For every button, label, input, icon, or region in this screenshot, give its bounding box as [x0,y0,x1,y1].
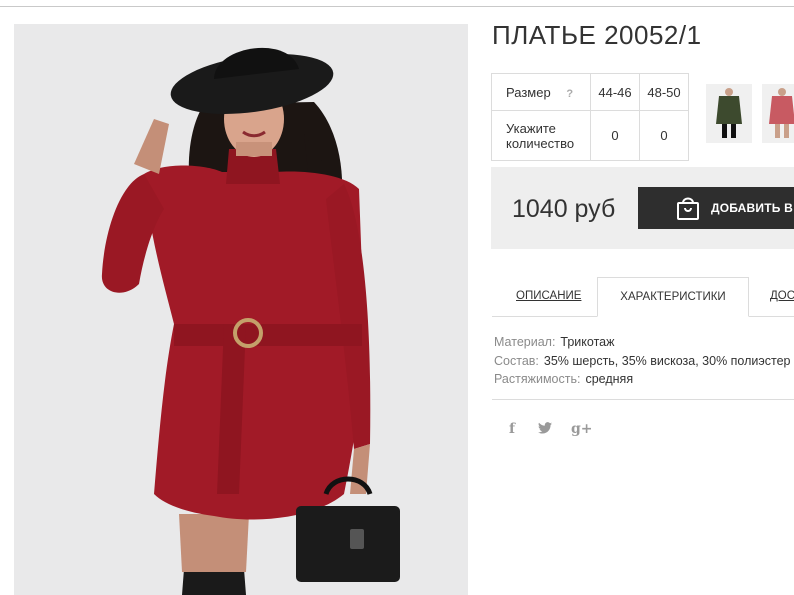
thumbnail-pink-dress[interactable] [762,84,794,143]
spec-composition-key: Состав: [494,353,539,368]
top-divider [0,6,794,7]
thumbnail-green-dress[interactable] [706,84,752,143]
twitter-bird-icon [538,422,552,434]
spec-stretch-key: Растяжимость: [494,372,581,386]
tab-delivery[interactable]: ДОСТАВКА [770,277,794,316]
product-title: ПЛАТЬЕ 20052/1 [492,20,702,50]
quantity-label-line1: Укажите [506,120,556,136]
spec-material-value: Трикотаж [560,335,615,349]
pink-dress-image [762,84,794,143]
spec-material: Материал: Трикотаж [494,333,791,352]
spec-stretch-value: средняя [585,372,634,386]
add-to-order-label: ДОБАВИТЬ В ЗАКАЗ [711,201,794,215]
specs-divider [492,399,794,400]
characteristics-list: Материал: Трикотаж Состав: 35% шерсть, 35%… [494,333,791,389]
size-option-48-50: 48-50 [639,73,689,111]
product-photo[interactable] [14,24,468,595]
spec-stretch: Растяжимость: средняя [494,370,791,389]
quantity-input-48-50[interactable]: 0 [639,110,689,161]
green-dress-image [706,84,752,143]
shopping-bag-icon [677,197,699,220]
tab-description[interactable]: ОПИСАНИЕ [516,277,581,316]
spec-composition: Состав: 35% шерсть, 35% вискоза, 30% поли… [494,352,791,371]
size-quantity-table: Размер ? 44-46 48-50 Укажите количество … [491,73,689,161]
facebook-icon[interactable]: f [509,421,515,437]
twitter-icon[interactable] [538,421,552,437]
quantity-label-line2: количество [506,135,575,151]
quantity-input-44-46[interactable]: 0 [590,110,640,161]
size-label: Размер [506,84,551,100]
add-to-order-button[interactable]: ДОБАВИТЬ В ЗАКАЗ [638,187,794,229]
spec-material-key: Материал: [494,335,556,349]
tab-characteristics[interactable]: ХАРАКТЕРИСТИКИ [597,277,749,317]
quantity-label-cell: Укажите количество [491,110,591,161]
size-option-44-46: 44-46 [590,73,640,111]
price-panel: 1040 руб ДОБАВИТЬ В ЗАКАЗ [491,167,794,249]
size-label-cell: Размер ? [491,73,591,111]
spec-composition-value: 35% шерсть, 35% вискоза, 30% полиэстер [543,353,791,368]
model-wearing-red-dress-image [14,24,468,595]
product-price: 1040 руб [512,195,616,223]
googleplus-icon[interactable]: g+ [571,421,593,437]
size-help-icon[interactable]: ? [566,88,573,100]
